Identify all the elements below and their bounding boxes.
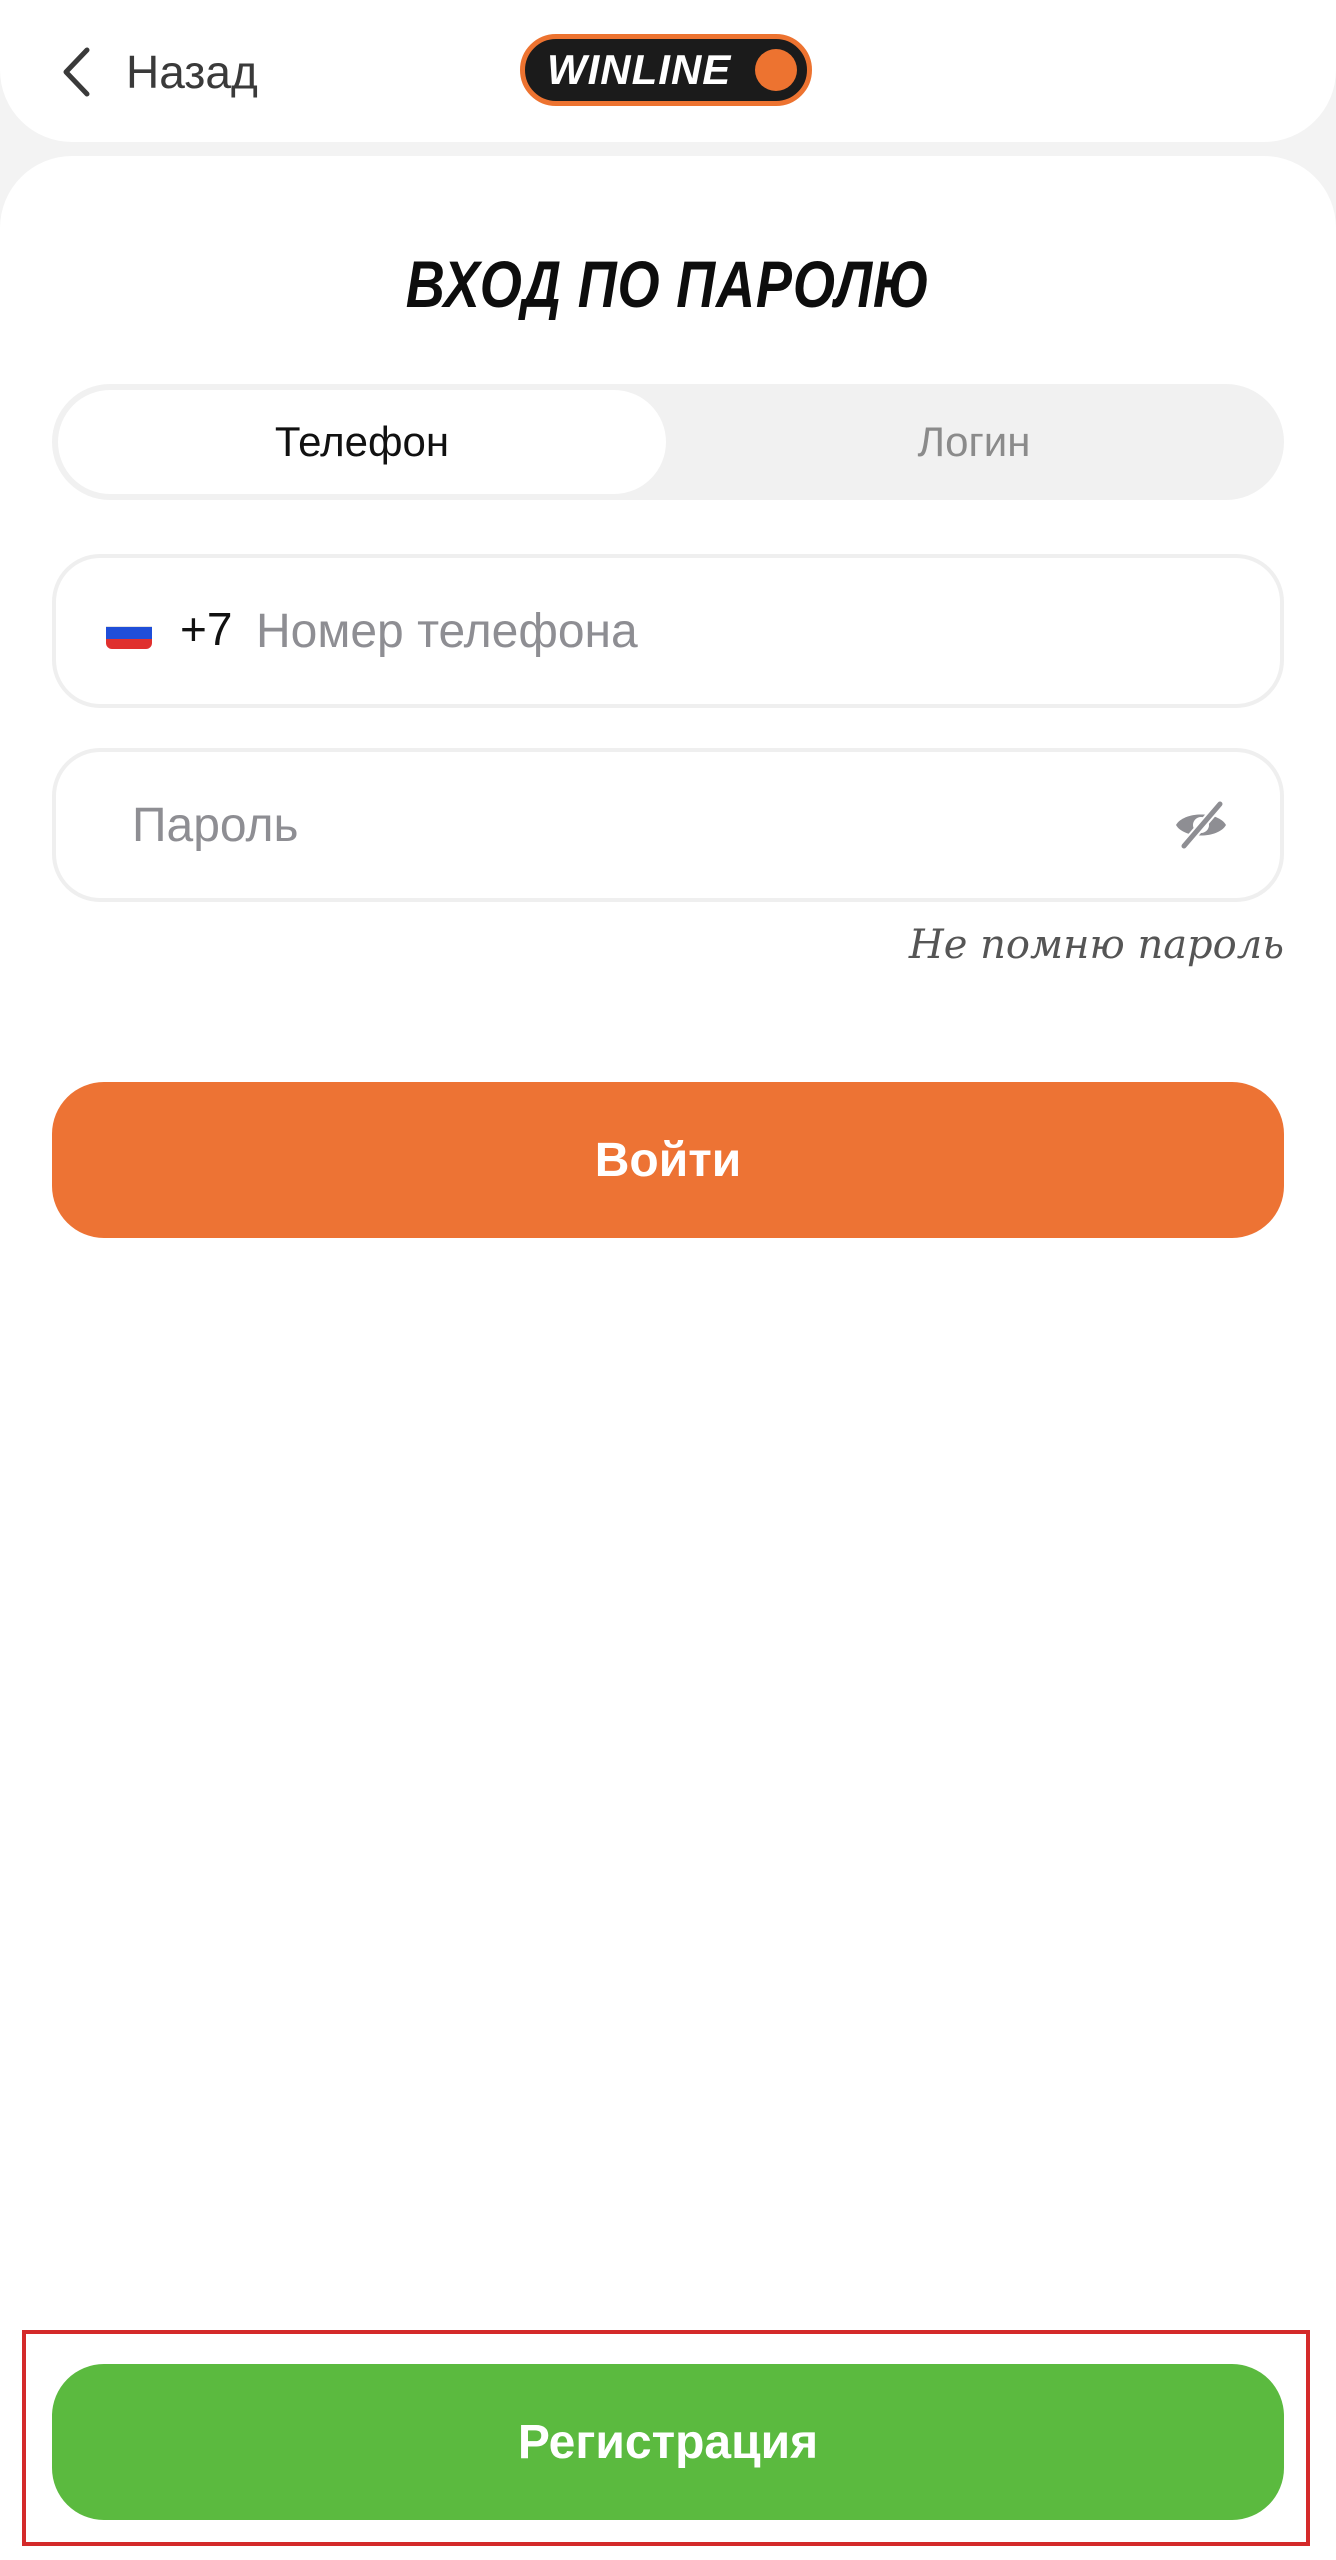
country-code: +7	[180, 603, 233, 655]
back-button[interactable]: Назад	[56, 34, 258, 110]
phone-input[interactable]	[256, 598, 1236, 664]
back-label: Назад	[126, 46, 258, 98]
eye-off-icon[interactable]	[1172, 798, 1230, 852]
login-button[interactable]: Войти	[52, 1082, 1284, 1238]
logo-dot-icon	[755, 49, 797, 91]
login-card: ВХОД ПО ПАРОЛЮ Телефон Логин +7 Не помню…	[0, 156, 1336, 2560]
register-button[interactable]: Регистрация	[52, 2364, 1284, 2520]
page-title: ВХОД ПО ПАРОЛЮ	[405, 247, 931, 321]
winline-logo: WINLINE	[520, 34, 812, 106]
phone-field: +7	[52, 554, 1284, 708]
login-method-tabs: Телефон Логин	[52, 384, 1284, 500]
top-bar: Назад WINLINE	[0, 0, 1336, 142]
russia-flag-icon	[106, 615, 152, 649]
chevron-left-icon	[56, 44, 96, 100]
password-input[interactable]	[132, 792, 1132, 858]
password-field	[52, 748, 1284, 902]
tab-login[interactable]: Логин	[670, 390, 1278, 494]
forgot-password-link[interactable]: Не помню пароль	[909, 922, 1284, 968]
logo-text: WINLINE	[547, 46, 732, 93]
tab-phone[interactable]: Телефон	[58, 390, 666, 494]
